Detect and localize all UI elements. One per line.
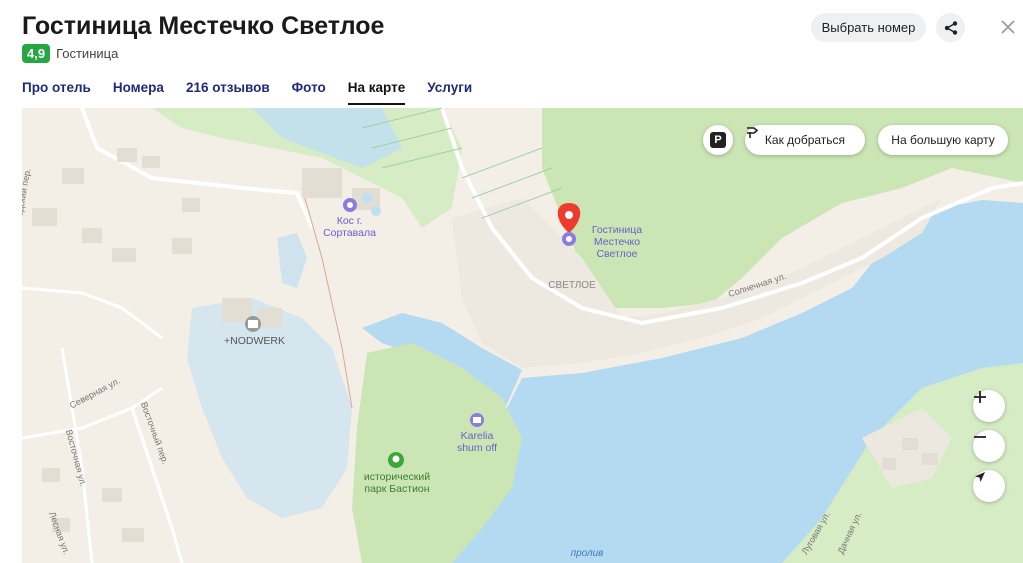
choose-room-button[interactable]: Выбрать номер bbox=[811, 13, 926, 42]
poi-bastion-label[interactable]: исторический парк Бастион bbox=[352, 471, 442, 495]
close-icon[interactable] bbox=[998, 17, 1018, 37]
minus-icon bbox=[974, 436, 986, 438]
zoom-out-button[interactable] bbox=[973, 430, 1005, 462]
water-proliv-label: пролив bbox=[570, 548, 604, 559]
location-arrow-icon bbox=[975, 472, 985, 482]
tab-about[interactable]: Про отель bbox=[22, 80, 91, 105]
parking-icon: P bbox=[710, 132, 726, 148]
route-icon bbox=[747, 127, 759, 138]
zoom-in-button[interactable] bbox=[973, 390, 1005, 422]
map-view[interactable]: Гостиница Местечко Светлое Кос г. Сортав… bbox=[22, 108, 1023, 563]
map-canvas bbox=[22, 108, 1023, 563]
big-map-button[interactable]: На большую карту bbox=[878, 125, 1008, 155]
plus-icon bbox=[974, 391, 986, 403]
tab-map[interactable]: На карте bbox=[347, 80, 406, 105]
route-button[interactable]: Как добраться bbox=[745, 125, 865, 155]
poi-kos-label[interactable]: Кос г. Сортавала bbox=[312, 215, 387, 239]
locality-svetloe: СВЕТЛОЕ bbox=[548, 280, 596, 291]
subtitle: 4,9 Гостиница bbox=[22, 44, 118, 63]
tab-photos[interactable]: Фото bbox=[292, 80, 326, 105]
tab-services[interactable]: Услуги bbox=[427, 80, 472, 105]
poi-nodwerk-label[interactable]: +NODWERK bbox=[217, 335, 292, 347]
tab-reviews[interactable]: 216 отзывов bbox=[186, 80, 270, 105]
parking-button[interactable]: P bbox=[703, 125, 733, 155]
rating-badge: 4,9 bbox=[22, 44, 51, 63]
category-label: Гостиница bbox=[56, 46, 119, 61]
hotel-label[interactable]: Гостиница Местечко Светлое bbox=[582, 224, 652, 260]
share-button[interactable] bbox=[936, 13, 965, 42]
share-icon bbox=[944, 20, 957, 35]
geolocation-button[interactable] bbox=[973, 470, 1005, 502]
tab-bar: Про отель Номера 216 отзывов Фото На кар… bbox=[22, 80, 472, 105]
page-title: Гостиница Местечко Светлое bbox=[22, 12, 385, 40]
poi-karelia-label[interactable]: Karelia shum off bbox=[442, 430, 512, 454]
route-label: Как добраться bbox=[764, 133, 846, 147]
tab-rooms[interactable]: Номера bbox=[113, 80, 164, 105]
